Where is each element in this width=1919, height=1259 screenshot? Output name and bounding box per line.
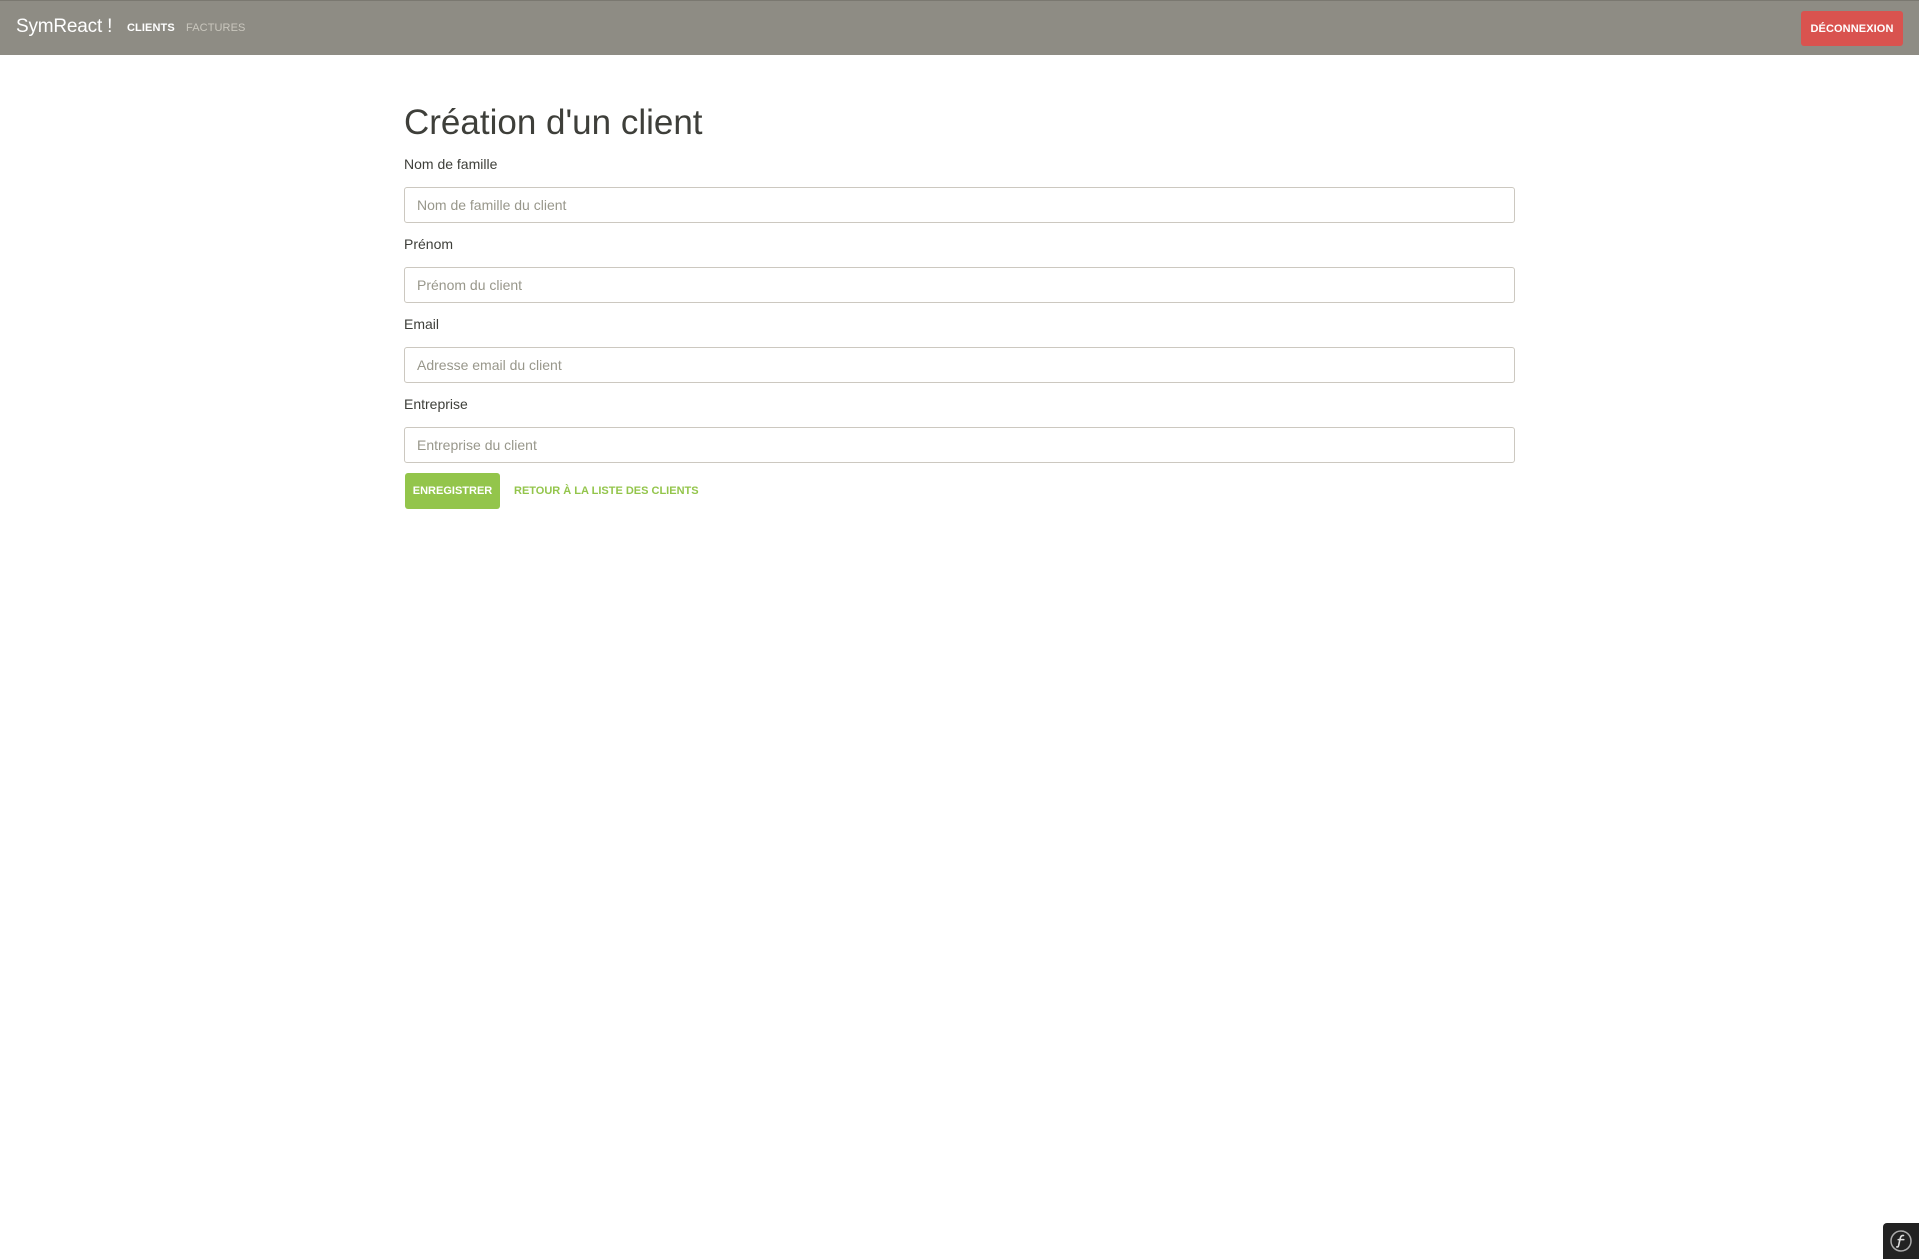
email-group: Email (404, 314, 1515, 383)
firstname-input[interactable] (404, 267, 1515, 303)
company-input[interactable] (404, 427, 1515, 463)
top-navbar: SymReact ! Clients Factures Déconnexion (0, 0, 1919, 55)
email-label: Email (404, 316, 440, 332)
lastname-group: Nom de famille (404, 154, 1515, 223)
nav-link-clients[interactable]: Clients (127, 22, 175, 34)
email-input[interactable] (404, 347, 1515, 383)
symfony-debug-toolbar-toggle[interactable] (1883, 1223, 1919, 1259)
firstname-label: Prénom (404, 236, 454, 252)
brand-link[interactable]: SymReact ! (16, 16, 112, 38)
symfony-logo-icon (1890, 1230, 1912, 1252)
logout-button[interactable]: Déconnexion (1801, 11, 1903, 46)
lastname-input[interactable] (404, 187, 1515, 223)
save-button[interactable]: Enregistrer (405, 473, 500, 509)
company-group: Entreprise (404, 394, 1515, 463)
lastname-label: Nom de famille (404, 156, 498, 172)
back-to-list-link[interactable]: Retour à la liste des clients (514, 485, 699, 497)
nav-link-factures[interactable]: Factures (186, 22, 245, 34)
company-label: Entreprise (404, 396, 468, 412)
firstname-group: Prénom (404, 234, 1515, 303)
page-title: Création d'un client (404, 103, 703, 142)
